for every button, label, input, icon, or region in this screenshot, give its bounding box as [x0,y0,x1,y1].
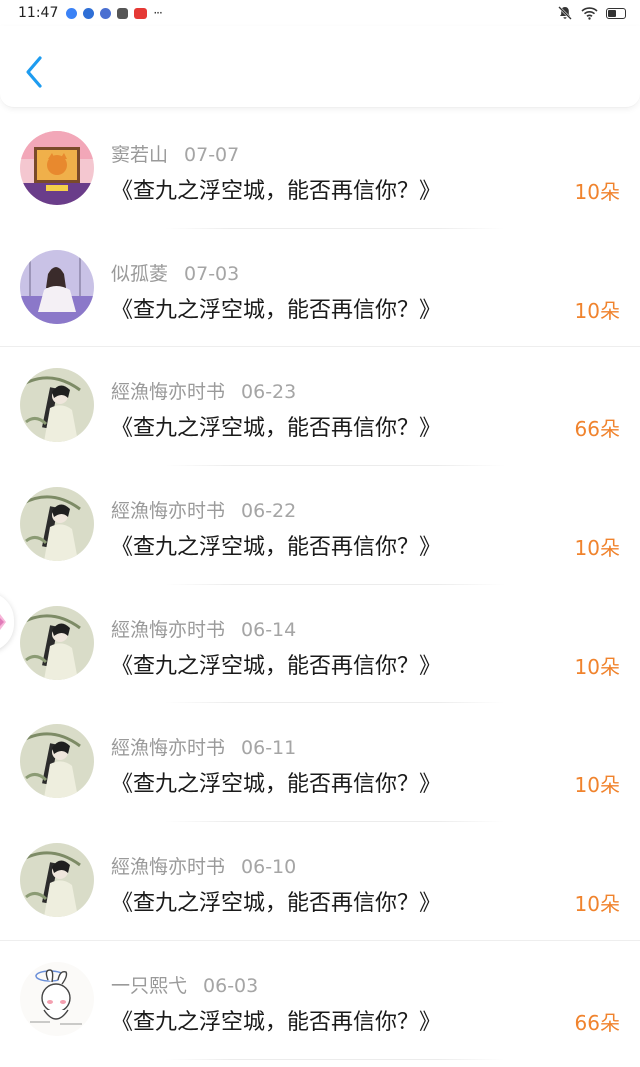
star-icon [0,614,6,630]
sender-meta: 似孤菱 07-03 [111,259,239,286]
book-title: 《查九之浮空城，能否再信你？》 [111,772,442,798]
sender-name: 似孤菱 [111,262,169,285]
sender-meta: 一只熙弋 06-03 [111,971,258,998]
gift-record-list: 窦若山 07-07 《查九之浮空城，能否再信你？》 10朵 似孤菱 07-03 《查… [0,110,640,1060]
send-date: 06-14 [241,618,297,641]
girl-lavender-avatar-image [20,249,94,324]
avatar[interactable] [20,249,94,324]
sender-name: 經漁悔亦时书 [111,500,226,523]
list-item[interactable]: 經漁悔亦时书 06-11 《查九之浮空城，能否再信你？》 10朵 [0,703,640,823]
list-item[interactable]: 窦若山 07-07 《查九之浮空城，能否再信你？》 10朵 [0,110,640,229]
send-date: 06-11 [241,737,297,760]
umbrella-girl-avatar-image [20,724,94,799]
send-date: 07-03 [184,262,240,285]
divider [165,1058,505,1060]
book-title: 《查九之浮空城，能否再信你？》 [111,653,442,679]
avatar[interactable] [20,131,94,205]
umbrella-girl-avatar-image [20,843,94,918]
flower-count: 10朵 [574,654,620,679]
avatar[interactable] [20,605,94,680]
list-item[interactable]: 經漁悔亦时书 06-14 《查九之浮空城，能否再信你？》 10朵 [0,585,640,704]
bunny-sketch-avatar-image [20,961,94,1036]
list-item[interactable]: 經漁悔亦时书 06-10 《查九之浮空城，能否再信你？》 10朵 [0,822,640,941]
sender-meta: 窦若山 07-07 [111,140,239,167]
sender-meta: 經漁悔亦时书 06-23 [111,377,296,404]
book-title: 《查九之浮空城，能否再信你？》 [111,416,442,442]
back-button[interactable] [16,52,52,92]
status-bar-left: 11:47 ··· [18,5,163,21]
sender-name: 窦若山 [111,144,169,166]
book-title: 《查九之浮空城，能否再信你？》 [111,535,442,561]
sender-name: 一只熙弋 [111,974,188,997]
chevron-left-icon [26,56,42,88]
flower-count: 10朵 [574,536,620,561]
chat-notification-icon [117,7,129,19]
sender-meta: 經漁悔亦时书 06-11 [111,733,296,760]
music-notification-icon [100,7,112,19]
list-item[interactable]: 一只熙弋 06-03 《查九之浮空城，能否再信你？》 66朵 [0,941,640,1060]
wifi-icon [581,7,598,20]
top-bar [0,26,640,108]
sender-name: 經漁悔亦时书 [111,737,226,760]
status-bar: 11:47 ··· [0,0,640,26]
browser-notification-icon [83,7,95,19]
avatar[interactable] [20,368,94,443]
send-date: 06-22 [241,500,297,523]
flower-count: 66朵 [574,1010,620,1035]
status-time: 11:47 [18,5,59,21]
list-item[interactable]: 似孤菱 07-03 《查九之浮空城，能否再信你？》 10朵 [0,229,640,348]
battery-icon [606,7,626,19]
flower-count: 10朵 [574,773,620,798]
mail-notification-icon [134,7,148,19]
umbrella-girl-avatar-image [20,487,94,562]
sender-name: 經漁悔亦时书 [111,856,226,879]
app-notification-icon [66,7,78,19]
sender-name: 經漁悔亦时书 [111,381,226,404]
send-date: 07-07 [184,144,240,166]
book-title: 《查九之浮空城，能否再信你？》 [111,1009,442,1035]
send-date: 06-23 [241,381,297,404]
more-notifications-icon: ··· [153,6,163,20]
flower-count: 10朵 [574,892,620,917]
status-bar-right [557,5,626,21]
umbrella-girl-avatar-image [20,368,94,443]
list-item[interactable]: 經漁悔亦时书 06-23 《查九之浮空城，能否再信你？》 66朵 [0,347,640,467]
book-title: 《查九之浮空城，能否再信你？》 [111,891,442,917]
sender-name: 經漁悔亦时书 [111,618,226,641]
flower-count: 10朵 [574,180,620,204]
avatar[interactable] [20,961,94,1036]
sender-meta: 經漁悔亦时书 06-10 [111,852,296,879]
avatar[interactable] [20,843,94,918]
send-date: 06-03 [203,974,259,997]
mute-bell-icon [558,6,572,20]
send-date: 06-10 [241,856,297,879]
flower-count: 10朵 [574,298,620,323]
book-title: 《查九之浮空城，能否再信你？》 [111,179,442,204]
sender-meta: 經漁悔亦时书 06-22 [111,496,296,523]
cat-avatar-image [20,131,94,205]
book-title: 《查九之浮空城，能否再信你？》 [111,297,442,323]
sender-meta: 經漁悔亦时书 06-14 [111,615,296,642]
flower-count: 66朵 [574,417,620,442]
avatar[interactable] [20,487,94,562]
avatar[interactable] [20,724,94,799]
umbrella-girl-avatar-image [20,605,94,680]
list-item[interactable]: 經漁悔亦时书 06-22 《查九之浮空城，能否再信你？》 10朵 [0,466,640,585]
